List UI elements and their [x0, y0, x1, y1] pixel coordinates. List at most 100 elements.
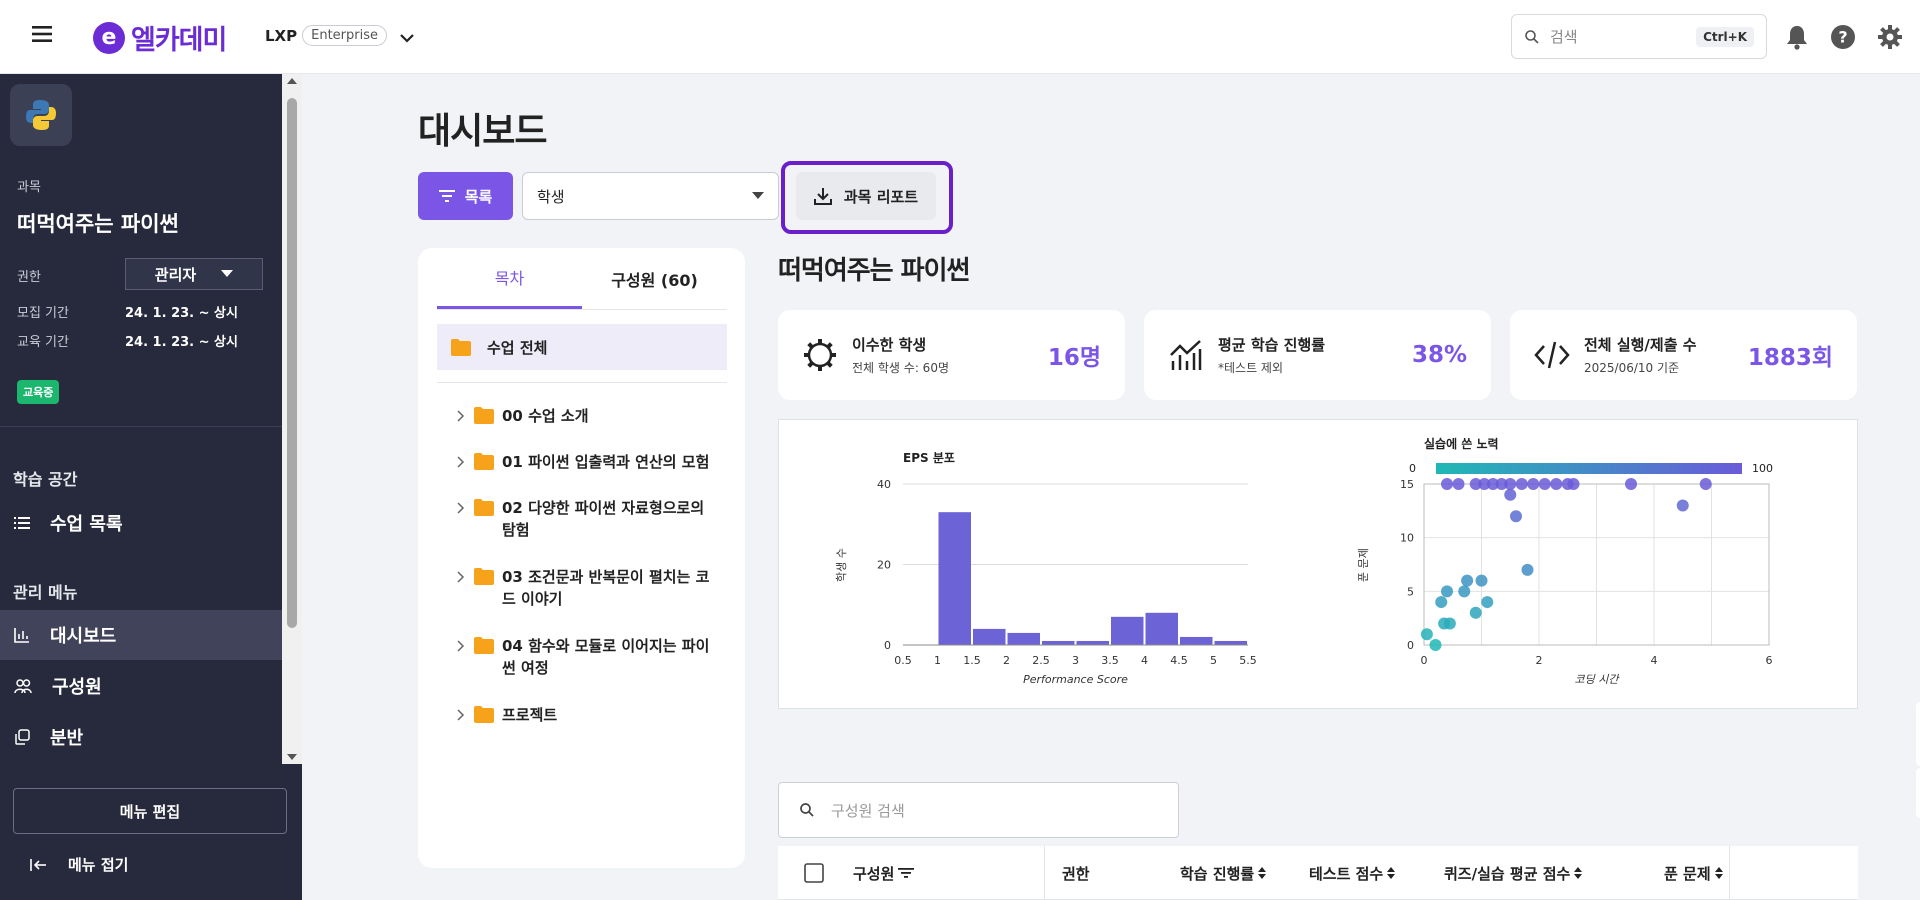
column-header-role[interactable]: 권한 [1062, 846, 1090, 900]
collapse-menu-button[interactable]: 메뉴 접기 [30, 854, 128, 875]
bar-chart-icon [14, 628, 29, 643]
column-header-test-score[interactable]: 테스트 점수 [1309, 846, 1396, 900]
folder-icon [474, 568, 494, 585]
stat-title: 평균 학습 진행률 [1218, 336, 1326, 354]
sidebar-scrollbar[interactable] [282, 74, 302, 764]
brand-logo[interactable]: e 엘카데미 [93, 18, 227, 57]
stat-title: 이수한 학생 [852, 336, 927, 354]
global-search[interactable]: 검색 Ctrl+K [1511, 14, 1767, 59]
sidebar-item-label: 분반 [50, 728, 84, 749]
colorbar [1436, 463, 1742, 474]
course-title: 떠먹여주는 파이썬 [17, 212, 179, 236]
y-tick-label: 40 [877, 478, 891, 491]
members-table-header: 구성원 권한 학습 진행률 테스트 점수 퀴즈/실습 평균 점수 푼 문제 [778, 846, 1858, 900]
sidebar-item-dashboard[interactable]: 대시보드 [0, 610, 282, 660]
view-select[interactable]: 학생 [522, 172, 779, 220]
toc-item-label: 04 함수와 모듈로 이어지는 파이썬 여정 [502, 637, 710, 677]
stat-subtitle: 전체 학생 수: 60명 [852, 361, 949, 375]
copy-icon [15, 729, 30, 745]
page-title: 대시보드 [418, 111, 547, 152]
toc-item[interactable]: 01 파이썬 입출력과 연산의 모험 [456, 451, 712, 473]
product-switcher[interactable]: LXP Enterprise [265, 25, 387, 46]
x-tick-label: 3.5 [1101, 654, 1119, 667]
caret-down-icon [221, 270, 234, 277]
member-search-placeholder: 구성원 검색 [831, 801, 905, 820]
column-header-member[interactable]: 구성원 [853, 846, 915, 900]
histogram-bar [973, 628, 1006, 645]
course-report-button[interactable]: 과목 리포트 [796, 172, 936, 220]
folder-icon [474, 637, 494, 654]
chevron-right-icon[interactable] [456, 635, 466, 657]
x-tick-label: 0.5 [894, 654, 912, 667]
x-tick-label: 1 [934, 654, 941, 667]
column-label: 구성원 [853, 864, 895, 883]
chevron-right-icon[interactable] [456, 497, 466, 519]
toc-item[interactable]: 00 수업 소개 [456, 405, 712, 427]
histogram-bar [1145, 612, 1178, 645]
scatter-point [1538, 478, 1551, 490]
folder-icon [474, 407, 494, 424]
logo-text: 엘카데미 [131, 25, 227, 56]
chevron-right-icon[interactable] [456, 405, 466, 427]
floating-widget[interactable] [1916, 702, 1920, 766]
sidebar-item-lessons[interactable]: 수업 목록 [0, 498, 282, 548]
all-lessons-item[interactable]: 수업 전체 [437, 324, 727, 370]
x-tick-label: 5.5 [1239, 654, 1257, 667]
hamburger-menu-icon[interactable] [30, 22, 62, 52]
x-tick-label: 2 [1003, 654, 1010, 667]
tab-members[interactable]: 구성원 (60) [582, 248, 727, 309]
chevron-right-icon[interactable] [456, 451, 466, 473]
member-search[interactable]: 구성원 검색 [778, 782, 1179, 838]
edition-badge: Enterprise [302, 25, 387, 46]
histogram-bar [938, 512, 971, 645]
section-learning: 학습 공간 [13, 470, 78, 489]
toc-tabs: 목차 구성원 (60) [437, 248, 727, 310]
toc-item-label: 프로젝트 [502, 706, 558, 724]
stat-subtitle: 2025/06/10 기준 [1584, 361, 1680, 375]
scatter-point [1429, 639, 1442, 651]
scatter-point [1625, 478, 1637, 490]
stat-card-submissions: 전체 실행/제출 수 2025/06/10 기준 1883회 [1510, 310, 1857, 400]
list-button[interactable]: 목록 [418, 172, 513, 220]
floating-widget[interactable] [1916, 768, 1920, 818]
help-icon[interactable]: ? [1830, 24, 1856, 50]
search-placeholder: 검색 [1550, 28, 1578, 46]
column-header-solved[interactable]: 푼 문제 [1664, 846, 1723, 900]
toc-divider [437, 382, 727, 383]
scatter-point [1504, 478, 1517, 490]
scroll-up-icon[interactable] [282, 74, 302, 88]
scatter-point [1676, 499, 1689, 512]
column-header-quiz-score[interactable]: 퀴즈/실습 평균 점수 [1444, 846, 1583, 900]
toc-item[interactable]: 프로젝트 [456, 704, 712, 726]
menu-edit-button[interactable]: 메뉴 편집 [13, 788, 287, 834]
scrollbar-thumb[interactable] [287, 98, 297, 628]
scatter-point [1420, 628, 1433, 641]
filter-icon[interactable] [898, 867, 915, 879]
section-admin: 관리 메뉴 [13, 583, 78, 602]
chevron-right-icon[interactable] [456, 566, 466, 588]
role-dropdown[interactable]: 관리자 [125, 258, 263, 290]
toc-item[interactable]: 02 다양한 파이썬 자료형으로의 탐험 [456, 497, 712, 541]
edu-period-label: 교육 기간 [17, 335, 69, 350]
settings-gear-icon[interactable] [1877, 24, 1903, 50]
select-value: 학생 [537, 187, 565, 206]
sidebar-item-classes[interactable]: 분반 [0, 712, 282, 762]
select-all-checkbox[interactable] [804, 846, 824, 900]
column-header-progress[interactable]: 학습 진행률 [1180, 846, 1267, 900]
sidebar: 과목 떠먹여주는 파이썬 권한 관리자 모집 기간 24. 1. 23. ~ 상… [0, 74, 302, 900]
column-divider [1044, 846, 1045, 900]
scatter-point [1461, 574, 1474, 587]
chevron-right-icon[interactable] [456, 704, 466, 726]
chevron-down-icon[interactable] [397, 28, 417, 48]
collapse-label: 메뉴 접기 [68, 856, 129, 874]
histogram-bar [1007, 632, 1040, 645]
column-label: 학습 진행률 [1180, 864, 1255, 883]
bell-icon[interactable] [1785, 24, 1809, 50]
sidebar-item-members[interactable]: 구성원 [0, 661, 282, 711]
tab-toc[interactable]: 목차 [437, 248, 582, 309]
x-tick-label: 6 [1766, 654, 1773, 667]
scroll-down-icon[interactable] [282, 750, 302, 764]
toc-item[interactable]: 04 함수와 모듈로 이어지는 파이썬 여정 [456, 635, 712, 679]
sort-icon [1258, 867, 1267, 879]
toc-item[interactable]: 03 조건문과 반복문이 펼치는 코드 이야기 [456, 566, 712, 610]
